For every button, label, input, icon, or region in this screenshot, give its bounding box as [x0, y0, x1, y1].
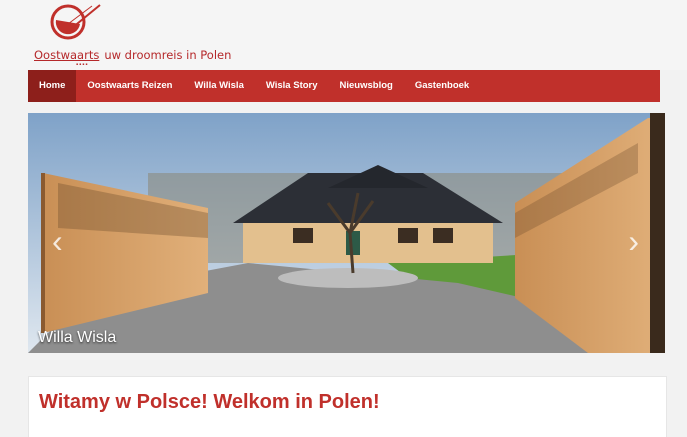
welcome-heading: Witamy w Polsce! Welkom in Polen! [39, 391, 380, 413]
logo-mark-icon [50, 4, 101, 40]
slide-caption: Willa Wisla [38, 329, 117, 346]
content-panel: Witamy w Polsce! Welkom in Polen! [28, 376, 667, 437]
nav-item-nieuwsblog[interactable]: Nieuwsblog [329, 70, 404, 102]
image-slider[interactable]: ‹ › Willa Wisla [28, 113, 665, 353]
nav-item-willa-wisla[interactable]: Willa Wisla [183, 70, 254, 102]
main-nav: Home Oostwaarts Reizen Willa Wisla Wisla… [28, 70, 660, 102]
logo-dots: ▪▪▪▪ [76, 62, 89, 68]
slider-prev-chevron-left-icon[interactable]: ‹ [52, 225, 63, 257]
slider-next-chevron-right-icon[interactable]: › [628, 225, 639, 257]
nav-item-gastenboek[interactable]: Gastenboek [404, 70, 480, 102]
site-header: Oostwaarts uw droomreis in Polen ▪▪▪▪ [0, 0, 687, 70]
logo-text: Oostwaarts uw droomreis in Polen [34, 48, 231, 62]
nav-item-wisla-story[interactable]: Wisla Story [255, 70, 329, 102]
nav-item-oostwaarts-reizen[interactable]: Oostwaarts Reizen [76, 70, 183, 102]
site-logo[interactable]: Oostwaarts uw droomreis in Polen ▪▪▪▪ [30, 2, 250, 68]
logo-brand: Oostwaarts [34, 48, 100, 62]
slide-image [28, 113, 665, 353]
logo-tagline: uw droomreis in Polen [104, 48, 232, 62]
nav-item-home[interactable]: Home [28, 70, 77, 102]
